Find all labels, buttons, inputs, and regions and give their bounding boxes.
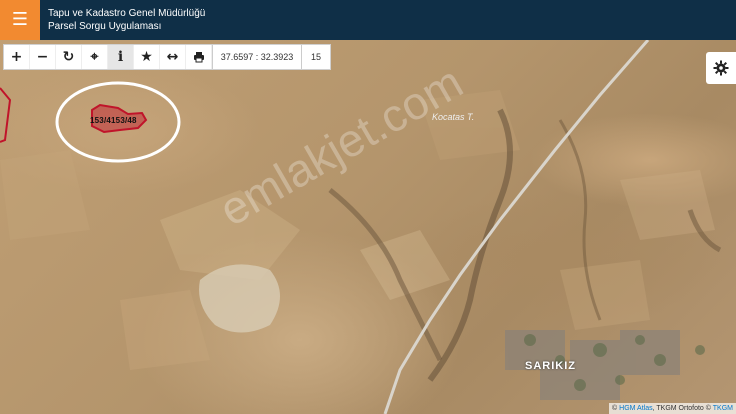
minus-icon: − bbox=[36, 49, 49, 65]
locate-button[interactable]: ⌖ bbox=[82, 45, 108, 69]
info-icon: i bbox=[117, 49, 124, 65]
map-attribution: © HGM Atlas, TKGM Ortofoto © TKGM bbox=[609, 403, 736, 414]
app-title: Tapu ve Kadastro Genel Müdürlüğü Parsel … bbox=[48, 7, 205, 33]
hgm-atlas-link[interactable]: HGM Atlas bbox=[619, 405, 652, 412]
parcel-label: 153/4153/48 bbox=[90, 116, 137, 125]
menu-button[interactable]: ☰ bbox=[0, 0, 40, 40]
map-toolbar: + − ↻ ⌖ i ★ ↔ 37.6597 : 32.3923 15 bbox=[3, 44, 331, 70]
plus-icon: + bbox=[10, 49, 23, 65]
attribution-middle: , TKGM Ortofoto © bbox=[652, 405, 711, 412]
gear-icon bbox=[713, 60, 729, 76]
zoom-level-readout: 15 bbox=[310, 52, 321, 62]
refresh-button[interactable]: ↻ bbox=[56, 45, 82, 69]
settings-button[interactable] bbox=[706, 52, 736, 84]
title-line-2: Parsel Sorgu Uygulaması bbox=[48, 21, 162, 32]
arrows-horizontal-icon: ↔ bbox=[166, 49, 179, 65]
favorite-button[interactable]: ★ bbox=[134, 45, 160, 69]
print-button[interactable] bbox=[186, 45, 212, 69]
attribution-prefix: © bbox=[612, 405, 618, 412]
info-button[interactable]: i bbox=[108, 45, 134, 69]
app-header: ☰ Tapu ve Kadastro Genel Müdürlüğü Parse… bbox=[0, 0, 736, 40]
refresh-icon: ↻ bbox=[62, 49, 75, 65]
zoom-out-button[interactable]: − bbox=[30, 45, 56, 69]
tkgm-link[interactable]: TKGM bbox=[713, 405, 733, 412]
title-line-1: Tapu ve Kadastro Genel Müdürlüğü bbox=[48, 8, 206, 19]
satellite-map[interactable] bbox=[0, 40, 736, 414]
crosshair-icon: ⌖ bbox=[90, 49, 99, 65]
coordinate-readout: 37.6597 : 32.3923 bbox=[212, 45, 302, 69]
map-imagery bbox=[0, 40, 722, 414]
measure-button[interactable]: ↔ bbox=[160, 45, 186, 69]
printer-icon bbox=[193, 52, 204, 63]
star-icon: ★ bbox=[140, 49, 153, 65]
place-label: Kocatas T. bbox=[432, 112, 475, 122]
hamburger-icon: ☰ bbox=[11, 9, 29, 30]
zoom-in-button[interactable]: + bbox=[4, 45, 30, 69]
town-label: SARIKIZ bbox=[525, 360, 576, 372]
